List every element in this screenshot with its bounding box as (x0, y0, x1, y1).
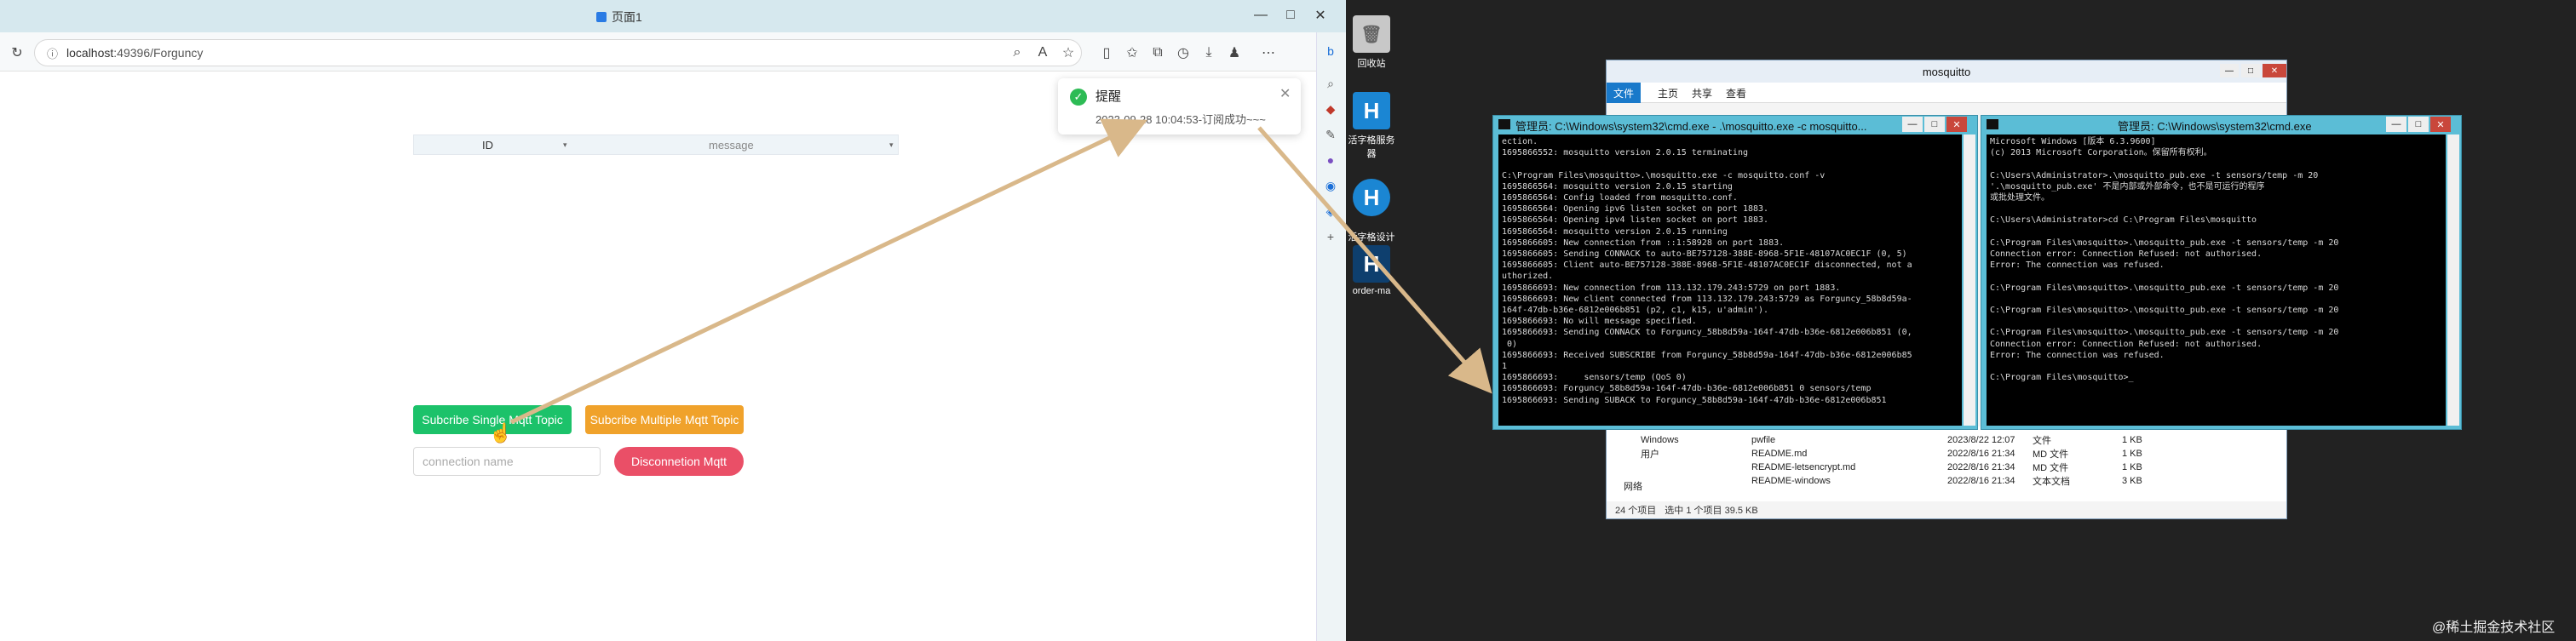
annotation-arrows (509, 118, 1492, 425)
arrow-toast-to-cmd (1257, 126, 1492, 394)
watermark: @稀土掘金技术社区 (2432, 621, 2556, 635)
arrow-button-to-toast (509, 118, 1148, 425)
